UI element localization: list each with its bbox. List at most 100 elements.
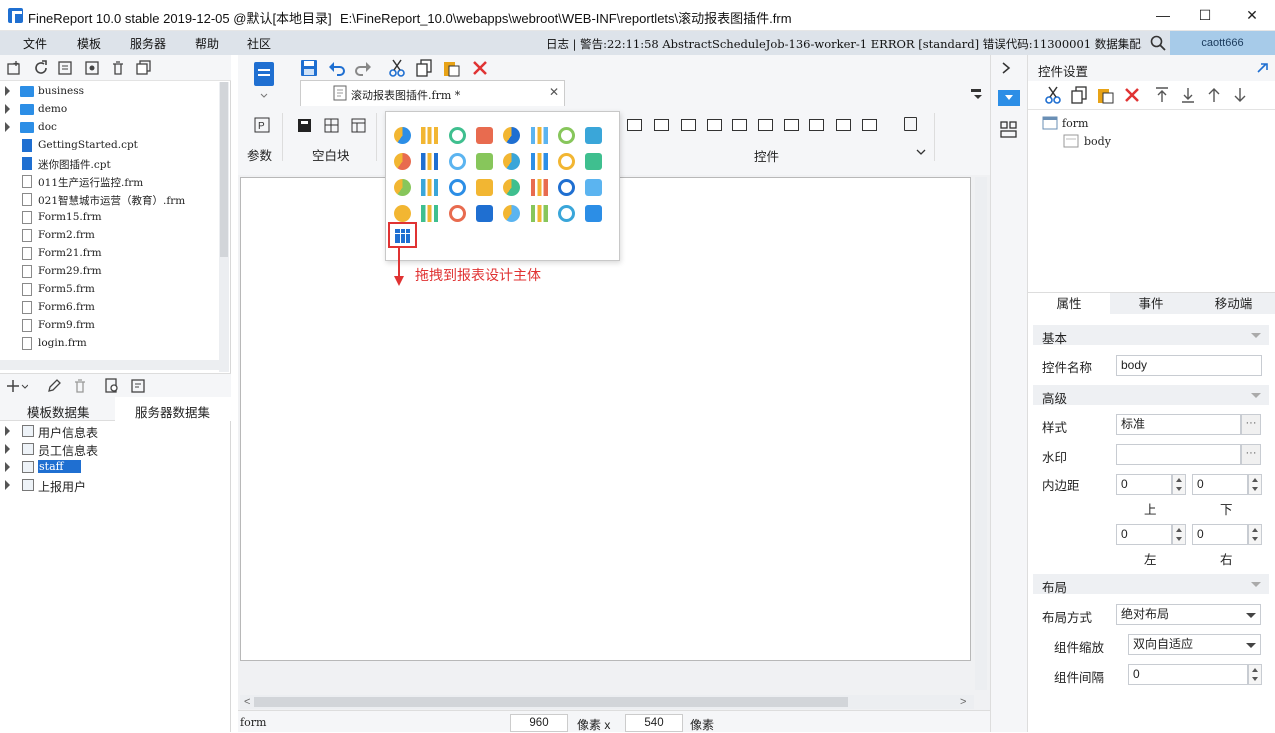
- refresh-icon[interactable]: [33, 60, 49, 76]
- paste-icon[interactable]: [442, 59, 460, 77]
- menu-file[interactable]: 文件: [23, 35, 47, 52]
- section-layout[interactable]: 布局: [1033, 574, 1269, 595]
- tree-item[interactable]: demo: [0, 101, 220, 119]
- chart-type-icon[interactable]: [585, 127, 603, 144]
- widget-type-icon[interactable]: [809, 119, 824, 131]
- param-icon[interactable]: P: [254, 117, 270, 133]
- edit-icon[interactable]: [46, 378, 62, 394]
- tab-layout-icon[interactable]: [351, 118, 366, 133]
- chart-type-icon[interactable]: [503, 205, 521, 222]
- chart-type-icon[interactable]: [448, 127, 466, 144]
- widget-type-icon[interactable]: [758, 119, 773, 131]
- tree-item[interactable]: Form5.frm: [0, 281, 220, 299]
- widget-type-icon[interactable]: [627, 119, 642, 131]
- search-widget-icon[interactable]: [904, 117, 917, 131]
- widget-type-icon[interactable]: [681, 119, 696, 131]
- chart-type-icon[interactable]: [448, 179, 466, 196]
- chart-type-icon[interactable]: [585, 179, 603, 196]
- scale-select[interactable]: 双向自适应: [1128, 634, 1242, 655]
- tree-item[interactable]: GettingStarted.cpt: [0, 137, 220, 155]
- widget-type-icon[interactable]: [654, 119, 669, 131]
- chart-type-icon[interactable]: [421, 127, 439, 144]
- section-basic[interactable]: 基本: [1033, 325, 1269, 346]
- add-dataset-icon[interactable]: [6, 378, 28, 394]
- widget-type-icon[interactable]: [707, 119, 722, 131]
- canvas-vscrollbar[interactable]: [975, 177, 987, 690]
- new-template-icon[interactable]: [6, 60, 22, 76]
- delete-icon[interactable]: [110, 60, 126, 76]
- user-account[interactable]: caott666: [1170, 31, 1275, 55]
- chart-type-icon[interactable]: [530, 153, 548, 170]
- tab-events[interactable]: 事件: [1110, 293, 1192, 315]
- cut-icon[interactable]: [388, 59, 406, 77]
- menu-help[interactable]: 帮助: [195, 35, 219, 52]
- chart-type-icon[interactable]: [530, 179, 548, 196]
- widget-name-input[interactable]: body: [1116, 355, 1262, 376]
- style-more-button[interactable]: ···: [1241, 414, 1261, 435]
- tab-mobile[interactable]: 移动端: [1192, 293, 1275, 315]
- tab-menu-icon[interactable]: [970, 87, 984, 101]
- menu-template[interactable]: 模板: [77, 35, 101, 52]
- expand-arrow-icon[interactable]: [5, 462, 10, 472]
- padding-right-spinner[interactable]: [1248, 524, 1262, 545]
- canvas-height-input[interactable]: 540: [625, 714, 683, 732]
- layout-mode-dropdown-icon[interactable]: [1241, 604, 1261, 625]
- section-advanced[interactable]: 高级: [1033, 385, 1269, 406]
- minimize-button[interactable]: —: [1143, 4, 1183, 26]
- tree-item[interactable]: 011生产运行监控.frm: [0, 173, 220, 191]
- tree-child-body[interactable]: body: [1084, 135, 1111, 148]
- tab-close-icon[interactable]: ✕: [549, 85, 559, 99]
- tree-item[interactable]: Form15.frm: [0, 209, 220, 227]
- chart-type-icon[interactable]: [585, 153, 603, 170]
- search-icon[interactable]: [1150, 35, 1166, 51]
- tree-item[interactable]: Form9.frm: [0, 317, 220, 335]
- gap-input[interactable]: 0: [1128, 664, 1248, 685]
- menu-server[interactable]: 服务器: [130, 35, 166, 52]
- delete-dataset-icon[interactable]: [72, 378, 88, 394]
- chart-type-icon[interactable]: [475, 153, 493, 170]
- delete-red-icon[interactable]: [471, 59, 489, 77]
- chart-type-icon[interactable]: [530, 205, 548, 222]
- chart-type-icon[interactable]: [475, 179, 493, 196]
- expand-arrow-icon[interactable]: [5, 426, 10, 436]
- chart-type-icon[interactable]: [530, 127, 548, 144]
- widget-type-icon[interactable]: [784, 119, 799, 131]
- rp-copy-icon[interactable]: [1070, 86, 1088, 104]
- widget-settings-tab-icon[interactable]: [998, 90, 1020, 106]
- tree-root-form[interactable]: form: [1062, 117, 1088, 130]
- form-template-icon[interactable]: [252, 60, 276, 100]
- save-icon[interactable]: [300, 59, 318, 77]
- padding-bottom-input[interactable]: 0: [1192, 474, 1248, 495]
- scroll-right-icon[interactable]: >: [960, 696, 966, 708]
- expand-arrow-icon[interactable]: [5, 122, 10, 132]
- chart-type-icon[interactable]: [475, 205, 493, 222]
- padding-bottom-spinner[interactable]: [1248, 474, 1262, 495]
- tab-properties[interactable]: 属性: [1028, 293, 1110, 315]
- chart-type-icon[interactable]: [557, 153, 575, 170]
- widget-type-icon[interactable]: [732, 119, 747, 131]
- tree-item[interactable]: 迷你图插件.cpt: [0, 155, 220, 173]
- canvas-hscrollbar[interactable]: [240, 695, 974, 709]
- dataset-props-icon[interactable]: [130, 378, 146, 394]
- chart-type-icon[interactable]: [448, 153, 466, 170]
- chart-type-icon[interactable]: [421, 153, 439, 170]
- tree-item[interactable]: Form6.frm: [0, 299, 220, 317]
- canvas-width-input[interactable]: 960: [510, 714, 568, 732]
- watermark-more-button[interactable]: ···: [1241, 444, 1261, 465]
- gap-spinner[interactable]: [1248, 664, 1262, 685]
- style-input[interactable]: 标准: [1116, 414, 1241, 435]
- padding-left-input[interactable]: 0: [1116, 524, 1172, 545]
- chart-type-icon[interactable]: [503, 153, 521, 170]
- tree-item[interactable]: business: [0, 83, 220, 101]
- chart-type-icon[interactable]: [394, 127, 411, 144]
- copy-icon[interactable]: [415, 59, 433, 77]
- rp-delete-icon[interactable]: [1123, 86, 1141, 104]
- watermark-input[interactable]: [1116, 444, 1241, 465]
- tab-template-dataset[interactable]: 模板数据集: [27, 402, 90, 421]
- chart-type-icon[interactable]: [421, 179, 439, 196]
- maximize-button[interactable]: ☐: [1185, 4, 1225, 26]
- rp-cut-icon[interactable]: [1044, 86, 1062, 104]
- chart-type-icon[interactable]: [585, 205, 603, 222]
- tree-item[interactable]: Form29.frm: [0, 263, 220, 281]
- menu-community[interactable]: 社区: [247, 35, 271, 52]
